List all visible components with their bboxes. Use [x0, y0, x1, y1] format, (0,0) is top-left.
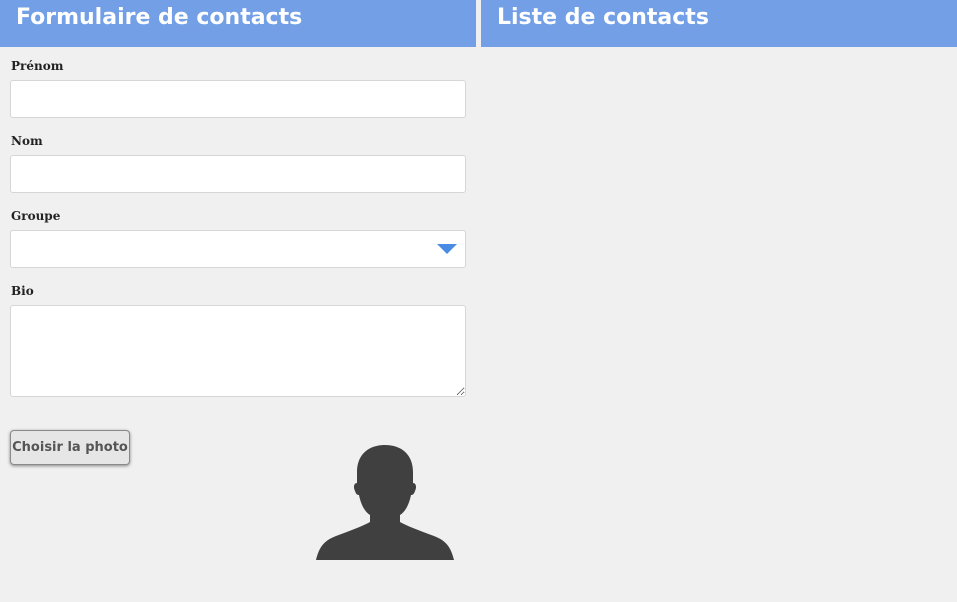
choose-photo-button[interactable]: Choisir la photo — [10, 430, 130, 465]
first-name-label: Prénom — [11, 59, 64, 73]
list-panel-header: Liste de contacts — [481, 0, 957, 47]
form-panel-header: Formulaire de contacts — [0, 0, 476, 47]
group-label: Groupe — [11, 209, 61, 223]
first-name-input[interactable] — [10, 80, 466, 118]
last-name-input[interactable] — [10, 155, 466, 193]
bio-label: Bio — [11, 284, 34, 298]
chevron-down-icon — [437, 244, 457, 254]
group-select[interactable] — [10, 230, 466, 268]
last-name-label: Nom — [11, 134, 43, 148]
list-panel-title: Liste de contacts — [497, 5, 709, 30]
bio-textarea[interactable] — [10, 305, 466, 397]
contacts-app: Formulaire de contacts Liste de contacts… — [0, 0, 957, 602]
person-silhouette-icon — [316, 445, 454, 560]
form-panel-title: Formulaire de contacts — [16, 5, 303, 30]
